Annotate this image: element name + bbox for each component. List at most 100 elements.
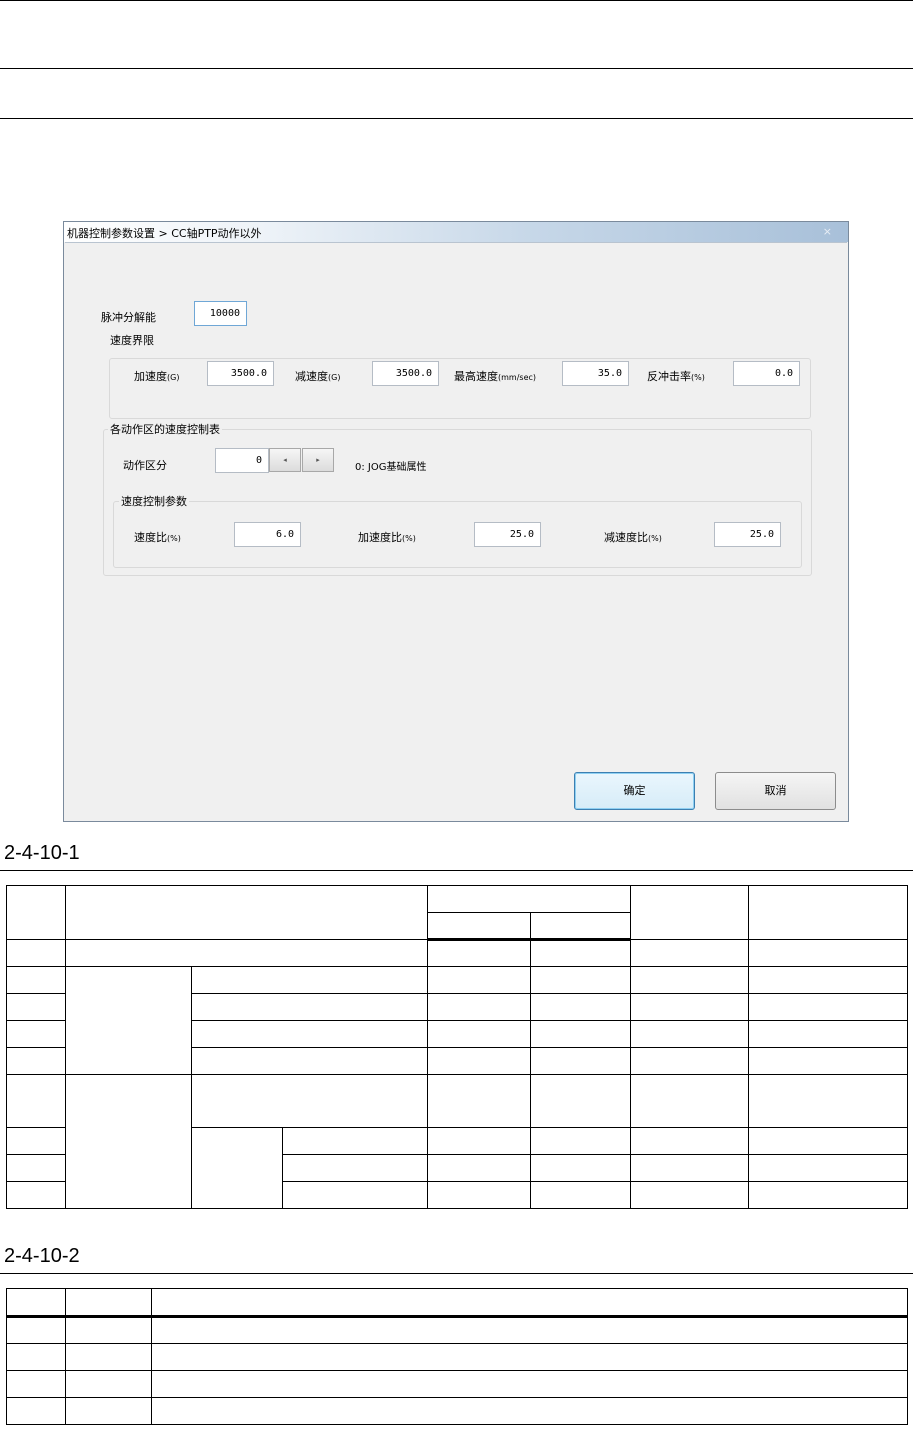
max-speed-label-text: 最高速度 xyxy=(454,370,498,383)
table-cell xyxy=(748,1074,908,1128)
table-cell xyxy=(6,1127,66,1155)
accel-ratio-input[interactable]: 25.0 xyxy=(474,522,541,547)
accel-input[interactable]: 3500.0 xyxy=(207,361,274,386)
table-cell xyxy=(190,1074,428,1128)
figure-caption: 2-4-10-1 xyxy=(4,842,80,864)
zone-prev-button[interactable]: ◂ xyxy=(269,448,301,472)
table-cell xyxy=(6,1181,66,1209)
table-row xyxy=(6,939,908,967)
header-rule-bottom xyxy=(0,118,913,119)
pulse-resolution-label: 脉冲分解能 xyxy=(101,311,156,324)
decel-label: 减速度(G) xyxy=(295,368,340,384)
table-cell xyxy=(64,1370,152,1398)
table-cell xyxy=(530,966,632,994)
table-cell xyxy=(530,993,632,1021)
table-cell xyxy=(426,1127,532,1155)
table-row xyxy=(6,1343,909,1371)
rebound-label-text: 反冲击率 xyxy=(647,370,691,383)
decel-input[interactable]: 3500.0 xyxy=(372,361,439,386)
table-cell xyxy=(64,885,428,940)
decel-ratio-unit: (%) xyxy=(648,534,662,543)
table-cell xyxy=(748,885,908,940)
accel-label: 加速度(G) xyxy=(134,368,179,384)
table-cell xyxy=(748,1047,908,1075)
cancel-button[interactable]: 取消 xyxy=(715,772,836,810)
header-rule-top xyxy=(0,0,913,1)
table-cell xyxy=(630,1020,750,1048)
table-cell xyxy=(150,1316,909,1344)
header-rule-middle xyxy=(0,68,913,69)
accel-label-text: 加速度 xyxy=(134,370,167,383)
table-cell xyxy=(748,966,908,994)
table-cell xyxy=(530,1127,632,1155)
zone-next-button[interactable]: ▸ xyxy=(302,448,334,472)
table-cell xyxy=(748,993,908,1021)
table-cell xyxy=(6,1047,66,1075)
table-cell xyxy=(6,1316,66,1344)
table-row xyxy=(6,966,908,1075)
max-speed-input[interactable]: 35.0 xyxy=(562,361,629,386)
table-cell xyxy=(64,939,428,967)
description-table xyxy=(6,1288,909,1425)
table-cell xyxy=(426,966,532,994)
table-cell xyxy=(6,939,66,967)
table-cell xyxy=(630,1074,750,1128)
table-row xyxy=(6,1288,909,1318)
table-cell xyxy=(6,1370,66,1398)
table-cell xyxy=(530,912,632,941)
table-cell xyxy=(6,1288,66,1318)
table-cell xyxy=(630,1047,750,1075)
max-speed-label: 最高速度(mm/sec) xyxy=(454,368,536,384)
table-caption-rule xyxy=(0,1273,913,1274)
table-row xyxy=(6,885,908,940)
speed-params-group xyxy=(113,501,802,568)
table-cell xyxy=(426,1154,532,1182)
table-cell xyxy=(426,885,632,913)
table-cell xyxy=(530,1047,632,1075)
table-cell xyxy=(64,1074,192,1209)
table-cell xyxy=(6,1020,66,1048)
close-icon[interactable]: × xyxy=(823,225,832,238)
table-cell xyxy=(150,1288,909,1318)
table-cell xyxy=(190,1047,428,1075)
table-cell xyxy=(530,1181,632,1209)
table-cell xyxy=(426,1181,532,1209)
table-caption: 2-4-10-2 xyxy=(4,1245,80,1267)
dialog-titlebar[interactable]: 机器控制参数设置 > CC轴PTP动作以外 × xyxy=(64,222,848,242)
speed-ratio-input[interactable]: 6.0 xyxy=(234,522,301,547)
speed-ratio-label: 速度比(%) xyxy=(134,529,181,545)
table-cell xyxy=(6,1074,66,1128)
table-cell xyxy=(6,993,66,1021)
rebound-label: 反冲击率(%) xyxy=(647,368,705,384)
table-cell xyxy=(426,1020,532,1048)
table-cell xyxy=(630,1127,750,1155)
table-cell xyxy=(64,1288,152,1318)
decel-ratio-input[interactable]: 25.0 xyxy=(714,522,781,547)
rebound-input[interactable]: 0.0 xyxy=(733,361,800,386)
table-row xyxy=(6,1316,909,1344)
table-row xyxy=(6,1370,909,1398)
table-cell xyxy=(64,966,192,1075)
dialog-title: 机器控制参数设置 > CC轴PTP动作以外 xyxy=(67,227,262,240)
speed-params-title: 速度控制参数 xyxy=(119,493,189,509)
table-cell xyxy=(530,1074,632,1128)
table-cell xyxy=(281,1181,428,1209)
pulse-resolution-input[interactable]: 10000 xyxy=(194,301,247,326)
table-cell xyxy=(426,912,532,941)
table-cell xyxy=(281,1127,428,1155)
table-cell xyxy=(150,1370,909,1398)
table-cell xyxy=(190,1127,283,1209)
table-cell xyxy=(64,1316,152,1344)
dialog-body: 脉冲分解能 10000 速度界限 加速度(G) 3500.0 减速度(G) 35… xyxy=(65,242,847,821)
table-cell xyxy=(748,1020,908,1048)
table-cell xyxy=(426,1074,532,1128)
table-cell xyxy=(748,939,908,967)
ok-button[interactable]: 确定 xyxy=(574,772,695,810)
table-cell xyxy=(630,966,750,994)
zone-spinner: 0 ◂ ▸ xyxy=(215,448,336,473)
zone-input[interactable]: 0 xyxy=(215,448,269,473)
table-cell xyxy=(530,1154,632,1182)
table-cell xyxy=(630,1154,750,1182)
table-row xyxy=(6,1397,909,1425)
table-cell xyxy=(530,1020,632,1048)
